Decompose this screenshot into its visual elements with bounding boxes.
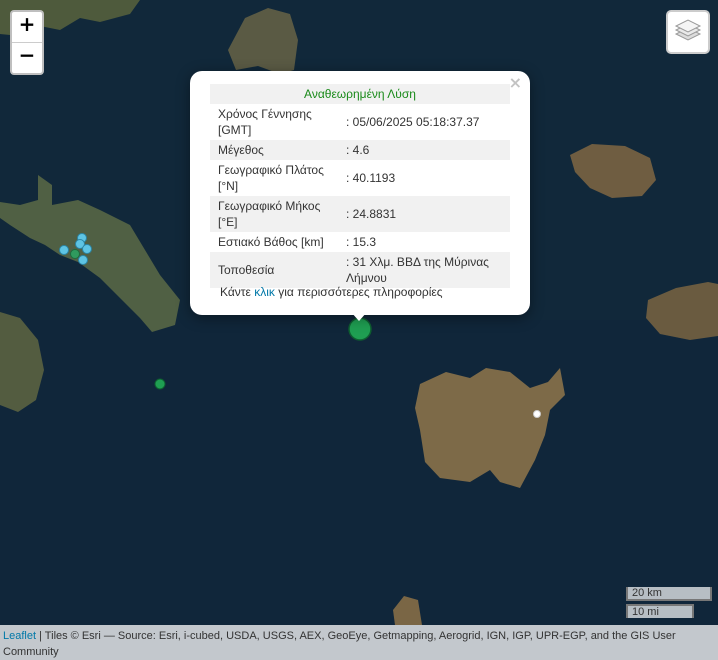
table-row: Γεωγραφικό Πλάτος [°N] : 40.1193 <box>210 160 510 196</box>
row-value: : 40.1193 <box>346 171 396 185</box>
popup-tip <box>351 312 367 321</box>
more-suffix: για περισσότερες πληροφορίες <box>278 285 443 299</box>
row-label: Τοποθεσία <box>210 252 338 288</box>
event-marker[interactable] <box>533 410 541 418</box>
popup-heading: Αναθεωρημένη Λύση <box>210 84 510 104</box>
scale-km: 20 km <box>626 587 712 601</box>
more-info-link[interactable]: κλικ <box>254 285 275 299</box>
leaflet-link[interactable]: Leaflet <box>3 630 36 642</box>
row-label: Γεωγραφικό Μήκος [°E] <box>210 196 338 232</box>
more-info-line: Κάντε κλικ για περισσότερες πληροφορίες <box>220 285 443 299</box>
event-details-table: Αναθεωρημένη Λύση Χρόνος Γέννησης [GMT]:… <box>210 84 510 288</box>
event-marker[interactable] <box>154 378 166 390</box>
event-marker-main[interactable] <box>348 317 372 341</box>
row-value: : 24.8831 <box>338 196 510 232</box>
attribution-text: | Tiles © Esri — Source: Esri, i-cubed, … <box>3 630 676 658</box>
row-value: : 31 Χλμ. ΒΒΔ της Μύρινας Λήμνου <box>338 252 510 288</box>
table-row: Χρόνος Γέννησης [GMT] : 05/06/2025 05:18:… <box>210 104 510 140</box>
row-label: Γεωγραφικό Πλάτος [°N] <box>218 163 324 193</box>
table-row: Εστιακό Βάθος [km] : 15.3 <box>210 232 510 252</box>
table-row: Τοποθεσία: 31 Χλμ. ΒΒΔ της Μύρινας Λήμνο… <box>210 252 510 288</box>
zoom-control: + − <box>10 10 44 75</box>
row-label: Μέγεθος <box>210 140 338 160</box>
scale-mi: 10 mi <box>626 604 694 618</box>
row-value: : 4.6 <box>338 140 510 160</box>
zoom-out-button[interactable]: − <box>12 42 42 73</box>
attribution: Leaflet | Tiles © Esri — Source: Esri, i… <box>0 625 718 660</box>
table-row: Μέγεθος: 4.6 <box>210 140 510 160</box>
table-row: Γεωγραφικό Μήκος [°E]: 24.8831 <box>210 196 510 232</box>
layers-icon <box>674 19 702 41</box>
event-marker[interactable] <box>78 255 88 265</box>
row-value: : 15.3 <box>346 235 377 249</box>
row-label: Χρόνος Γέννησης [GMT] <box>218 107 312 137</box>
event-marker[interactable] <box>82 244 92 254</box>
event-marker[interactable] <box>59 245 69 255</box>
layers-button[interactable] <box>666 10 710 54</box>
row-label: Εστιακό Βάθος [km] <box>218 235 324 249</box>
more-prefix: Κάντε <box>220 285 251 299</box>
zoom-in-button[interactable]: + <box>12 12 42 42</box>
row-value: : 05/06/2025 05:18:37.37 <box>346 115 480 129</box>
event-marker[interactable] <box>70 249 80 259</box>
close-icon[interactable]: × <box>509 73 522 92</box>
